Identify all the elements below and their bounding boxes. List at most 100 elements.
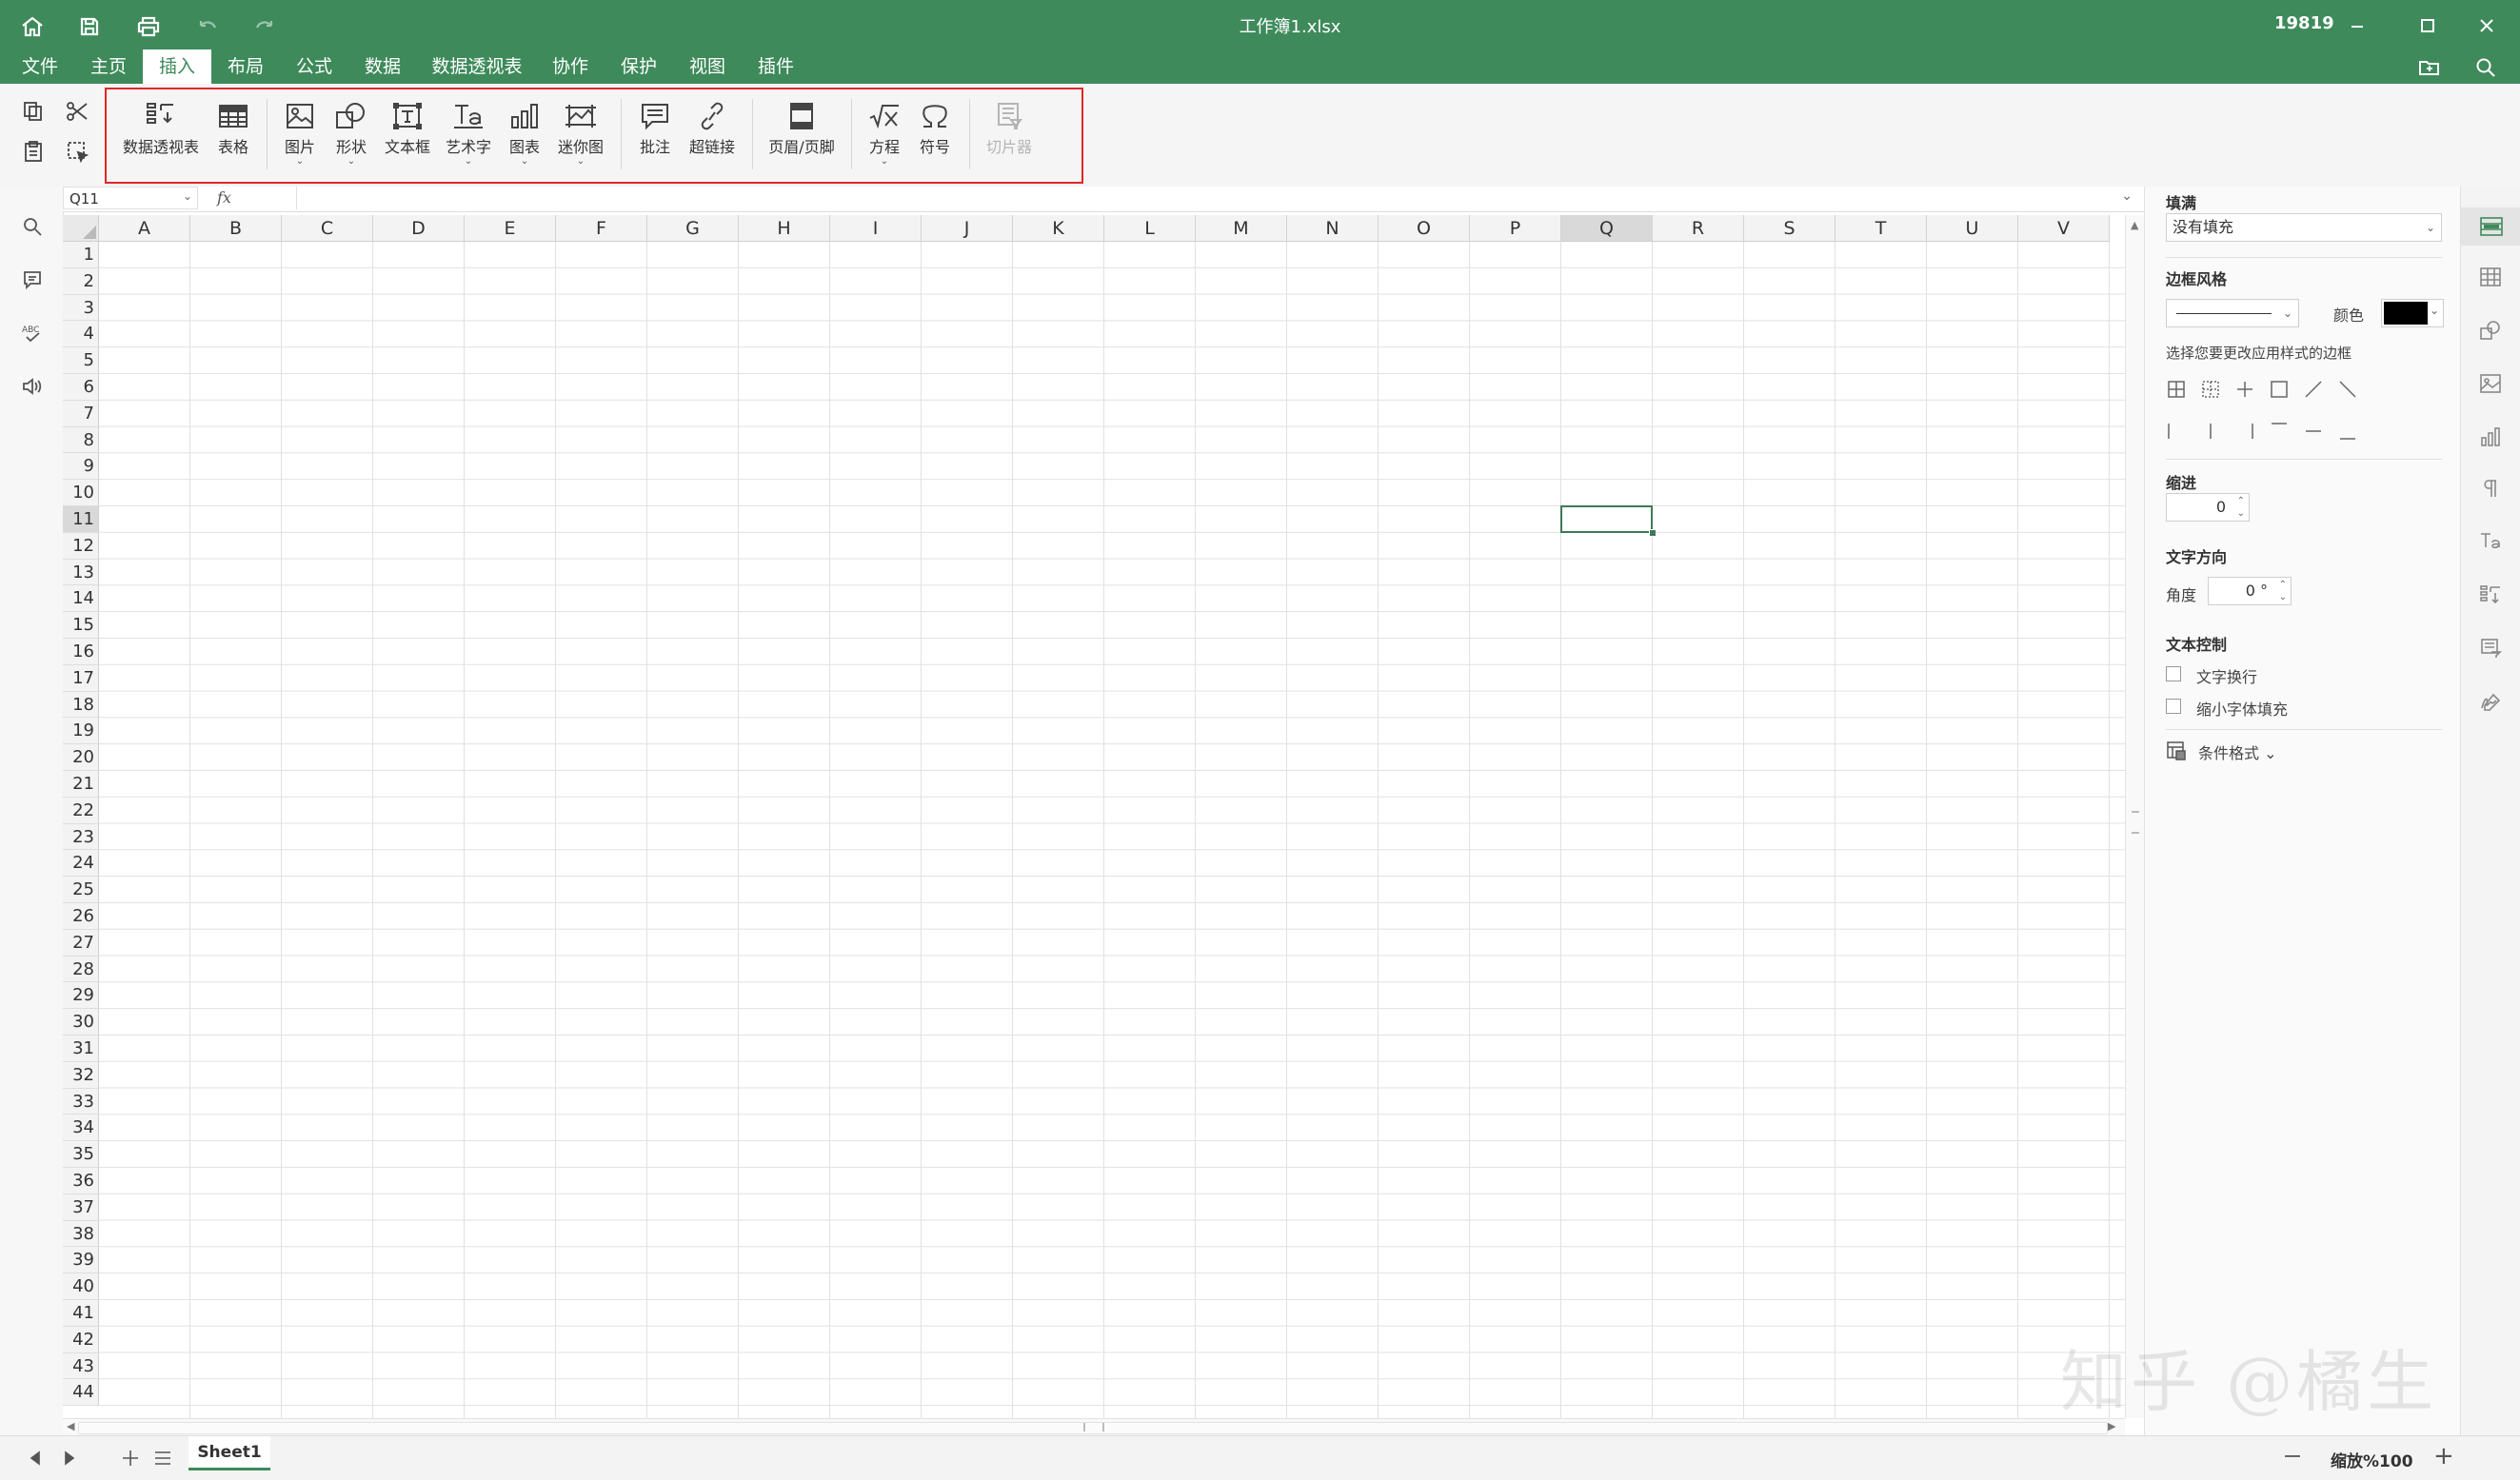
row-header[interactable]: 41 (63, 1300, 99, 1327)
column-header[interactable]: H (739, 215, 830, 242)
menu-tab-protect[interactable]: 保护 (612, 49, 665, 84)
next-sheet-icon[interactable] (57, 1446, 82, 1470)
column-header[interactable]: A (99, 215, 190, 242)
column-header[interactable]: U (1927, 215, 2018, 242)
row-header[interactable]: 44 (63, 1379, 99, 1407)
row-header[interactable]: 18 (63, 691, 99, 719)
image-settings-icon[interactable] (2476, 369, 2505, 398)
column-header[interactable]: S (1744, 215, 1835, 242)
wrap-text-checkbox[interactable] (2166, 666, 2181, 681)
column-header[interactable]: B (190, 215, 282, 242)
menu-tab-formula[interactable]: 公式 (288, 49, 341, 84)
row-header[interactable]: 37 (63, 1194, 99, 1221)
zoom-level[interactable]: 缩放%100 (2331, 1448, 2413, 1471)
sheet-list-icon[interactable] (150, 1446, 175, 1470)
row-header[interactable]: 12 (63, 532, 99, 560)
row-header[interactable]: 14 (63, 585, 99, 613)
find-icon[interactable] (17, 211, 48, 242)
row-header[interactable]: 17 (63, 664, 99, 692)
open-folder-icon[interactable] (2413, 53, 2446, 82)
column-header[interactable]: C (282, 215, 373, 242)
pivot-table-button[interactable]: 数据透视表 (120, 95, 202, 181)
text-art-button[interactable]: 艺术字 ⌄ (440, 95, 497, 181)
row-header[interactable]: 19 (63, 718, 99, 745)
row-header[interactable]: 2 (63, 267, 99, 295)
menu-tab-home[interactable]: 主页 (82, 49, 135, 84)
function-icon[interactable]: fx (206, 187, 297, 209)
column-header[interactable]: Q (1561, 215, 1653, 242)
row-header[interactable]: 39 (63, 1247, 99, 1274)
zoom-in-icon[interactable]: + (2433, 1442, 2454, 1470)
outer-border-icon[interactable] (2269, 379, 2290, 400)
formula-input[interactable] (299, 187, 2112, 211)
scroll-left-icon[interactable]: ◀ (67, 1420, 74, 1432)
column-header[interactable]: L (1104, 215, 1196, 242)
row-header[interactable]: 15 (63, 612, 99, 639)
row-header[interactable]: 35 (63, 1141, 99, 1168)
row-header[interactable]: 34 (63, 1115, 99, 1142)
row-header[interactable]: 10 (63, 480, 99, 506)
column-header[interactable]: R (1653, 215, 1744, 242)
right-border-icon[interactable] (2234, 421, 2255, 442)
zoom-out-icon[interactable] (2285, 1455, 2300, 1457)
comments-icon[interactable] (17, 265, 48, 295)
prev-sheet-icon[interactable] (23, 1446, 48, 1470)
center-horizontal-border-icon[interactable] (2303, 421, 2324, 442)
maximize-icon[interactable] (2407, 10, 2449, 42)
row-header[interactable]: 5 (63, 347, 99, 374)
add-sheet-icon[interactable] (118, 1446, 143, 1470)
equation-button[interactable]: 方程 ⌄ (863, 95, 906, 181)
cell-area[interactable] (99, 242, 2125, 1418)
column-header[interactable]: I (830, 215, 922, 242)
row-header[interactable]: 29 (63, 982, 99, 1010)
row-header[interactable]: 30 (63, 1009, 99, 1036)
menu-tab-view[interactable]: 视图 (681, 49, 734, 84)
select-all-corner[interactable] (63, 215, 99, 242)
redo-icon[interactable] (244, 10, 286, 44)
row-header[interactable]: 1 (63, 242, 99, 268)
row-header[interactable]: 32 (63, 1061, 99, 1089)
select-all-icon[interactable] (63, 137, 91, 166)
row-header[interactable]: 40 (63, 1273, 99, 1300)
expand-formula-icon[interactable]: ⌄ (2121, 188, 2133, 204)
top-border-icon[interactable] (2269, 421, 2290, 442)
paragraph-settings-icon[interactable] (2476, 474, 2505, 503)
diagonal-down-border-icon[interactable] (2337, 379, 2358, 400)
column-header[interactable]: V (2018, 215, 2110, 242)
shape-settings-icon[interactable] (2476, 316, 2505, 345)
active-cell[interactable] (1560, 505, 1653, 533)
row-header[interactable]: 16 (63, 639, 99, 665)
menu-tab-data[interactable]: 数据 (356, 49, 409, 84)
print-icon[interactable] (128, 10, 169, 44)
column-header[interactable]: F (556, 215, 647, 242)
menu-tab-plugins[interactable]: 插件 (749, 49, 803, 84)
menu-tab-collaborate[interactable]: 协作 (544, 49, 597, 84)
menu-tab-insert[interactable]: 插入 (143, 49, 211, 84)
row-header[interactable]: 9 (63, 453, 99, 481)
row-header[interactable]: 8 (63, 426, 99, 454)
chart-settings-icon[interactable] (2476, 423, 2505, 451)
sparkline-dropdown-caret[interactable]: ⌄ (577, 157, 585, 167)
chart-dropdown-caret[interactable]: ⌄ (521, 157, 528, 167)
cell-settings-icon[interactable] (2461, 207, 2520, 246)
angle-stepper[interactable]: 0 ° ⌃ ⌄ (2208, 577, 2292, 605)
row-header[interactable]: 36 (63, 1168, 99, 1194)
spellcheck-icon[interactable]: ABC (17, 318, 48, 348)
column-header[interactable]: T (1835, 215, 1927, 242)
row-header[interactable]: 13 (63, 559, 99, 586)
text-art-settings-icon[interactable] (2476, 527, 2505, 556)
bottom-border-icon[interactable] (2337, 421, 2358, 442)
minimize-icon[interactable] (2336, 10, 2378, 42)
image-dropdown-caret[interactable]: ⌄ (296, 157, 304, 167)
row-header[interactable]: 31 (63, 1036, 99, 1062)
text-box-button[interactable]: 文本框 (381, 95, 434, 181)
paste-icon[interactable] (19, 137, 48, 166)
row-header[interactable]: 20 (63, 744, 99, 771)
row-header[interactable]: 38 (63, 1220, 99, 1248)
row-header[interactable]: 25 (63, 877, 99, 903)
row-header[interactable]: 4 (63, 321, 99, 348)
row-header[interactable]: 27 (63, 929, 99, 957)
row-header[interactable]: 6 (63, 374, 99, 401)
border-line-style-select[interactable]: ⌄ (2166, 299, 2299, 327)
column-header[interactable]: P (1470, 215, 1561, 242)
